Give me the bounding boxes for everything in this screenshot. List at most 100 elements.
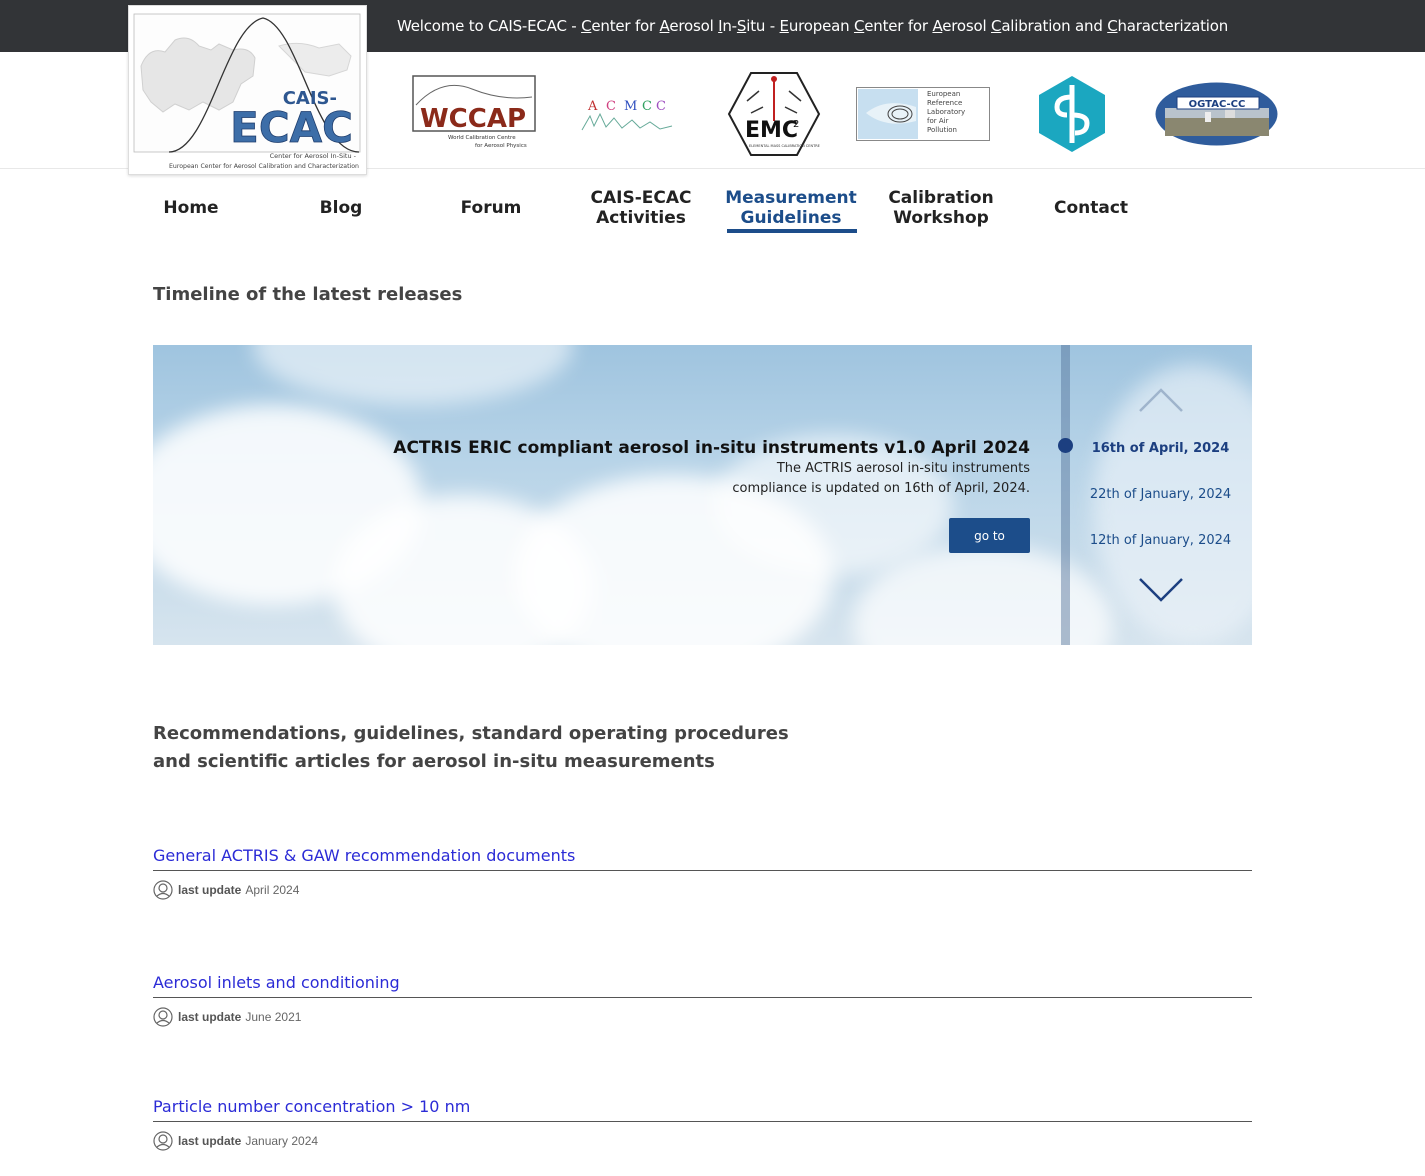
document-title-link[interactable]: General ACTRIS & GAW recommendation docu… bbox=[153, 846, 1252, 870]
nav-calibration-workshop[interactable]: Calibration Workshop bbox=[866, 188, 1016, 228]
welcome-initial: S bbox=[736, 17, 747, 35]
document-title-link[interactable]: Particle number concentration > 10 nm bbox=[153, 1097, 1252, 1121]
timeline-date-2[interactable]: 22th of January, 2024 bbox=[1078, 487, 1243, 502]
nav-contact[interactable]: Contact bbox=[1016, 198, 1166, 218]
acmcc-letter-c3: C bbox=[656, 99, 666, 114]
meta-label: last update bbox=[178, 1010, 242, 1024]
release-description: The ACTRIS aerosol in-situ instruments co… bbox=[710, 459, 1030, 499]
welcome-initial: C bbox=[1107, 17, 1118, 35]
user-icon bbox=[153, 1131, 173, 1151]
release-desc-line2: compliance is updated on 16th of April, … bbox=[732, 481, 1030, 496]
erlap-line1: European bbox=[927, 90, 960, 98]
document-meta: last update April 2024 bbox=[153, 879, 1252, 901]
divider bbox=[153, 997, 1252, 998]
acmcc-letter-a: A bbox=[587, 99, 598, 114]
erlap-line4: for Air bbox=[927, 117, 949, 125]
release-title: ACTRIS ERIC compliant aerosol in-situ in… bbox=[393, 438, 1030, 458]
divider bbox=[153, 1121, 1252, 1122]
erlap-line2: Reference bbox=[927, 99, 962, 107]
erlap-line3: Laboratory bbox=[927, 108, 965, 116]
user-icon bbox=[153, 1007, 173, 1027]
welcome-word: erosol bbox=[669, 17, 719, 35]
nav-forum-label: Forum bbox=[460, 198, 522, 218]
erlap-line5: Pollution bbox=[927, 126, 957, 134]
nav-workshop-line1: Calibration bbox=[888, 188, 994, 208]
welcome-word: n- bbox=[722, 17, 737, 35]
recommendations-heading-line1: Recommendations, guidelines, standard op… bbox=[153, 723, 789, 744]
ogtac-logo[interactable]: OGTAC-CC bbox=[1155, 82, 1278, 146]
document-item: Aerosol inlets and conditioning last upd… bbox=[153, 973, 1252, 1028]
nav-measurement-guidelines[interactable]: Measurement Guidelines bbox=[716, 188, 866, 228]
welcome-initial: A bbox=[932, 17, 943, 35]
chevron-down-icon[interactable] bbox=[1138, 577, 1184, 603]
acmcc-letter-c1: C bbox=[606, 99, 616, 114]
document-meta: last update January 2024 bbox=[153, 1130, 1252, 1152]
timeline-date-1[interactable]: 16th of April, 2024 bbox=[1078, 441, 1243, 456]
logo-name-main: ECAC bbox=[230, 103, 353, 152]
document-meta: last update June 2021 bbox=[153, 1006, 1252, 1028]
recommendations-heading: Recommendations, guidelines, standard op… bbox=[153, 720, 793, 776]
acmcc-logo[interactable]: A C M C C bbox=[580, 96, 675, 132]
document-title-link[interactable]: Aerosol inlets and conditioning bbox=[153, 973, 1252, 997]
welcome-initial: C bbox=[991, 17, 1002, 35]
acmcc-letter-c2: C bbox=[642, 99, 652, 114]
welcome-initial: C bbox=[581, 17, 592, 35]
logo-subtitle-2: European Center for Aerosol Calibration … bbox=[169, 163, 359, 170]
nav-activities-line2: Activities bbox=[596, 208, 686, 228]
welcome-word: enter for bbox=[864, 17, 933, 35]
acmcc-letter-m: M bbox=[624, 99, 637, 114]
nav-workshop-line2: Workshop bbox=[893, 208, 989, 228]
document-item: Particle number concentration > 10 nm la… bbox=[153, 1097, 1252, 1152]
user-icon bbox=[153, 880, 173, 900]
go-to-button[interactable]: go to bbox=[949, 518, 1030, 553]
chevron-up-icon[interactable] bbox=[1138, 387, 1184, 413]
release-timeline-slider: ACTRIS ERIC compliant aerosol in-situ in… bbox=[153, 345, 1252, 645]
erlap-logo[interactable]: European Reference Laboratory for Air Po… bbox=[856, 87, 990, 141]
emc-text: EMC bbox=[745, 118, 798, 143]
document-item: General ACTRIS & GAW recommendation docu… bbox=[153, 846, 1252, 901]
meta-value: June 2021 bbox=[245, 1010, 302, 1024]
wccap-sub1: World Calibration Centre bbox=[448, 135, 516, 141]
welcome-word: erosol bbox=[942, 17, 992, 35]
wccap-text: WCCAP bbox=[420, 104, 526, 134]
recommendations-heading-line2: and scientific articles for aerosol in-s… bbox=[153, 751, 715, 772]
wccap-sub2: for Aerosol Physics bbox=[475, 143, 527, 149]
nav-blog-label: Blog bbox=[319, 198, 363, 218]
emc-sup: 2 bbox=[793, 119, 799, 130]
nav-home[interactable]: Home bbox=[116, 198, 266, 218]
nav-home-label: Home bbox=[163, 198, 219, 218]
nav-active-indicator bbox=[727, 229, 857, 233]
meta-label: last update bbox=[178, 1134, 242, 1148]
hexagon-partner-logo[interactable] bbox=[1037, 75, 1107, 153]
nav-blog[interactable]: Blog bbox=[266, 198, 416, 218]
welcome-word: itu - bbox=[746, 17, 780, 35]
cais-ecac-logo[interactable]: CAIS- ECAC Center for Aerosol In-Situ - … bbox=[128, 5, 367, 175]
meta-value: April 2024 bbox=[245, 883, 300, 897]
welcome-initial: A bbox=[659, 17, 670, 35]
timeline-heading: Timeline of the latest releases bbox=[153, 284, 463, 305]
nav-cais-ecac-activities[interactable]: CAIS-ECAC Activities bbox=[566, 188, 716, 228]
nav-guidelines-line2: Guidelines bbox=[740, 208, 842, 228]
welcome-initial: C bbox=[853, 17, 865, 35]
nav-guidelines-line1: Measurement bbox=[725, 188, 857, 208]
nav-activities-line1: CAIS-ECAC bbox=[590, 188, 692, 208]
wccap-logo[interactable]: WCCAP World Calibration Centre for Aeros… bbox=[412, 75, 536, 151]
timeline-date-3[interactable]: 12th of January, 2024 bbox=[1078, 533, 1243, 548]
timeline-active-dot bbox=[1058, 438, 1073, 453]
welcome-prefix: Welcome to CAIS-ECAC - bbox=[397, 17, 582, 35]
nav-forum[interactable]: Forum bbox=[416, 198, 566, 218]
emc-sub: ELEMENTAL MASS CALIBRATION CENTRE bbox=[749, 144, 820, 148]
welcome-expansion: Center for Aerosol In-Situ - European Ce… bbox=[581, 17, 1228, 35]
logo-subtitle-1: Center for Aerosol In-Situ - bbox=[269, 152, 356, 160]
timeline-line bbox=[1061, 345, 1070, 645]
welcome-text: Welcome to CAIS-ECAC - Center for Aeroso… bbox=[397, 17, 1228, 35]
welcome-word: enter for bbox=[591, 17, 660, 35]
ogtac-text: OGTAC-CC bbox=[1189, 99, 1246, 110]
welcome-initial: E bbox=[779, 17, 789, 35]
cloud-bg bbox=[253, 345, 573, 405]
welcome-word: alibration and bbox=[1001, 17, 1108, 35]
welcome-word: haracterization bbox=[1117, 17, 1229, 35]
emc-logo[interactable]: EMC 2 ELEMENTAL MASS CALIBRATION CENTRE bbox=[727, 71, 821, 157]
meta-value: January 2024 bbox=[245, 1134, 319, 1148]
welcome-word: uropean bbox=[788, 17, 854, 35]
